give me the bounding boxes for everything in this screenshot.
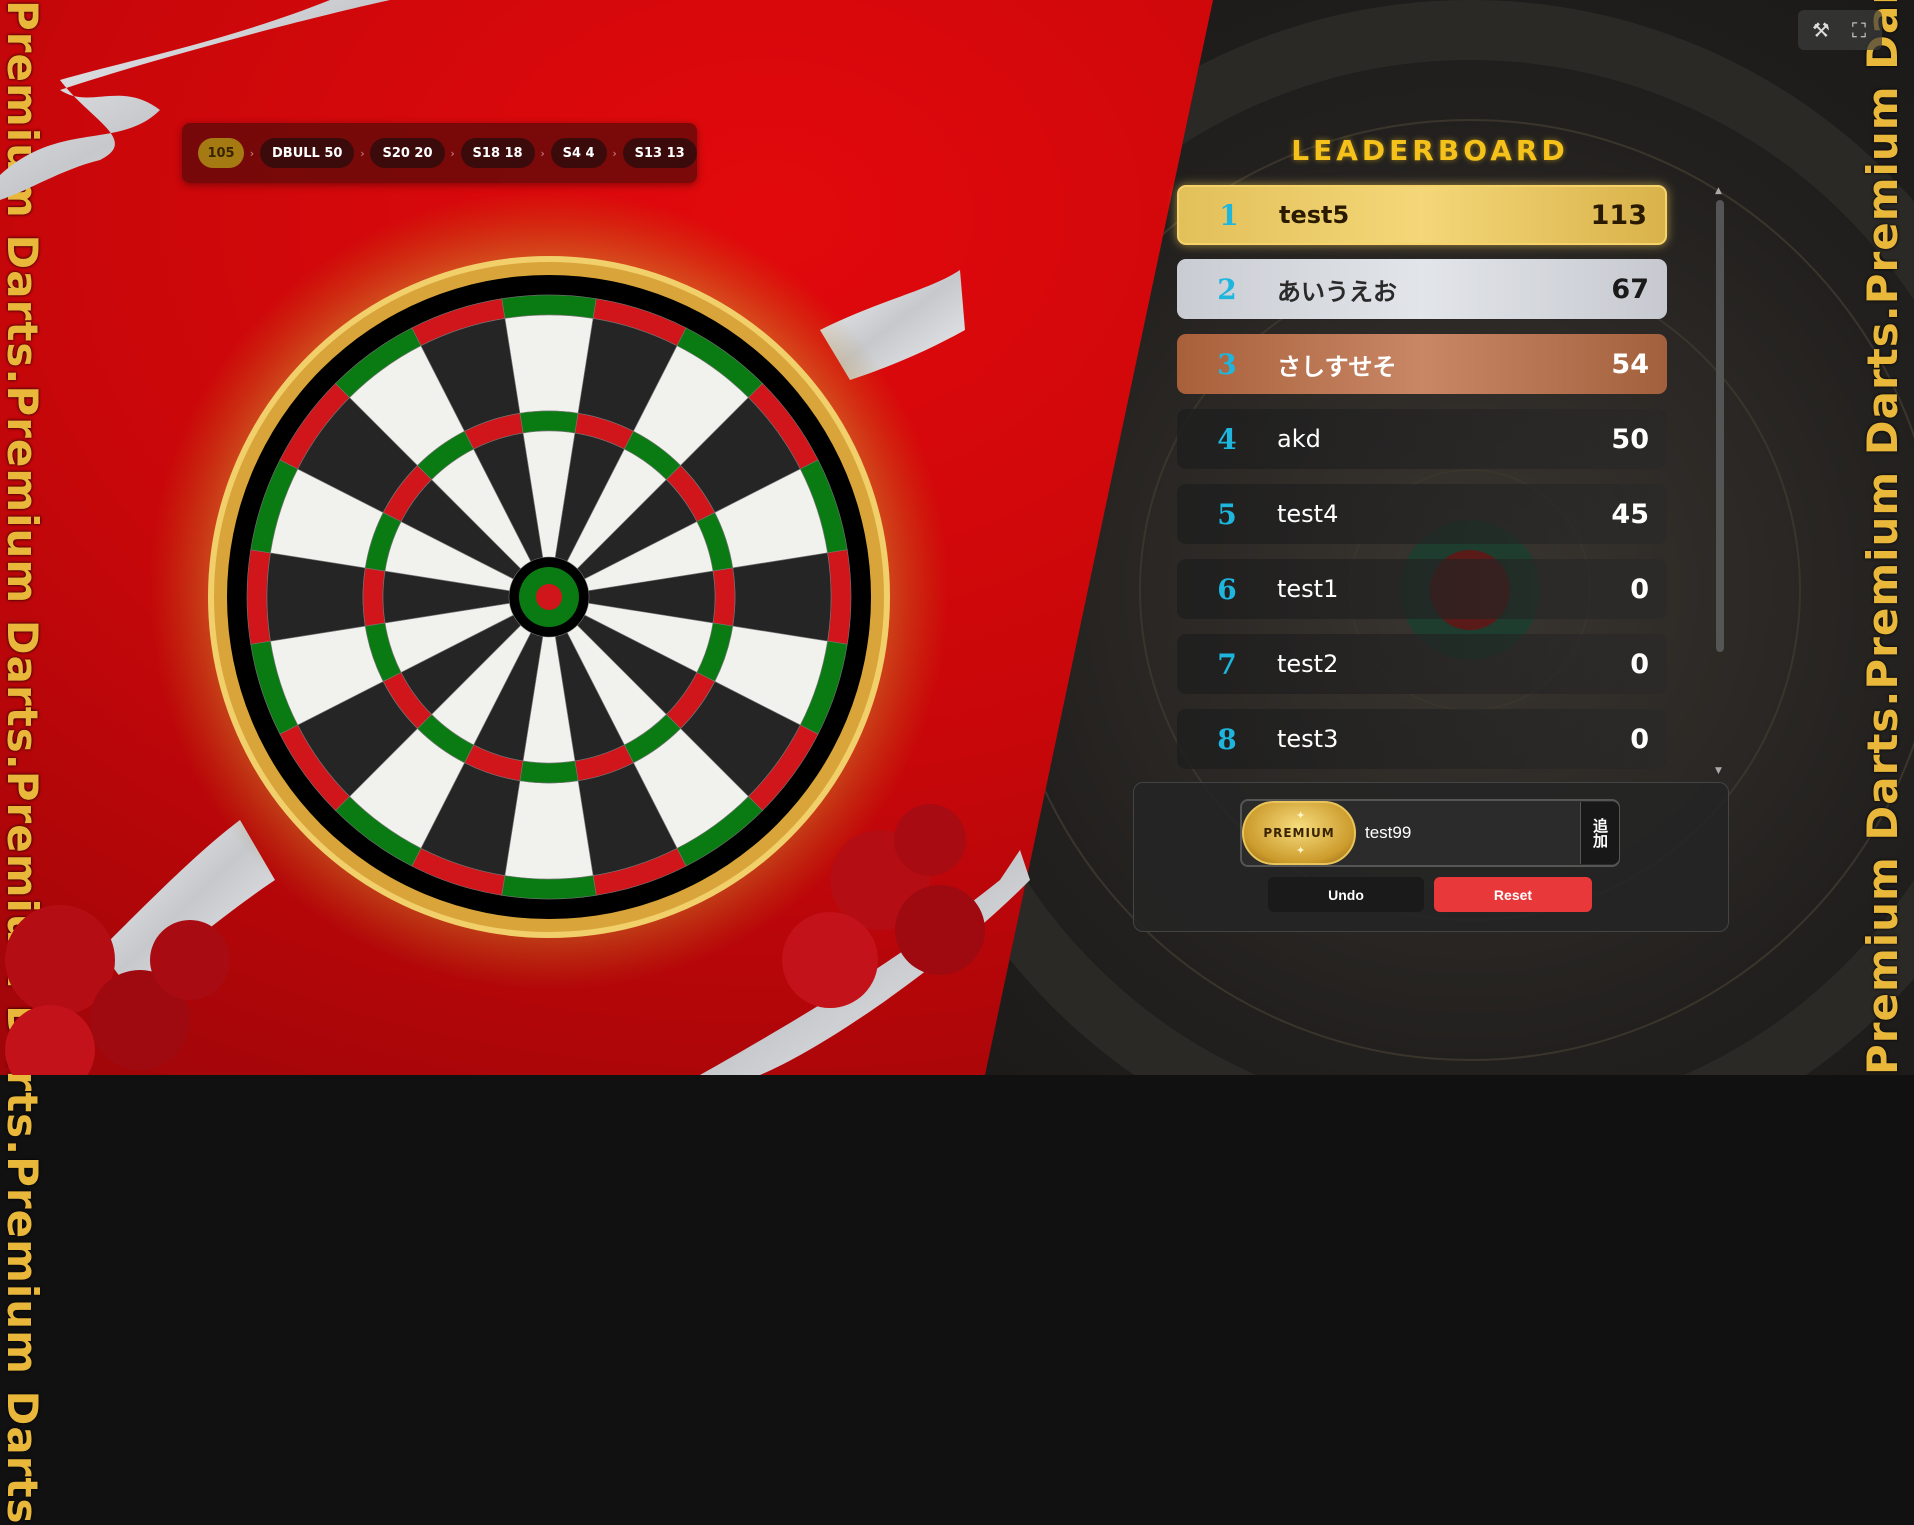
history-separator: › <box>360 146 365 160</box>
tools-icon[interactable]: ⚒ <box>1806 16 1836 44</box>
reset-button[interactable]: Reset <box>1434 877 1592 912</box>
throw-chip: S20 20 <box>370 138 445 168</box>
leaderboard-scrollbar[interactable]: ▲ ▼ <box>1714 186 1726 776</box>
rank-number: 2 <box>1217 272 1237 306</box>
round-total-chip: 105 <box>198 138 244 168</box>
throw-chip: S4 4 <box>550 138 607 168</box>
player-score: 113 <box>1590 199 1647 231</box>
player-name: akd <box>1277 425 1321 453</box>
player-name: test1 <box>1277 575 1339 603</box>
sparkle-icon: ✦ <box>1296 809 1307 822</box>
inner-bull <box>536 584 562 610</box>
leaderboard-row[interactable]: 5 test4 45 <box>1177 484 1667 544</box>
undo-button[interactable]: Undo <box>1268 877 1424 912</box>
throw-history: 105 › DBULL 50 › S20 20 › S18 18 › S4 4 … <box>182 123 697 183</box>
player-name: test5 <box>1279 201 1350 229</box>
board-segment-single-outer <box>504 780 594 880</box>
leaderboard-row[interactable]: 2 あいうえお 67 <box>1177 259 1667 319</box>
premium-badge: ✦ PREMIUM ✦ <box>1242 801 1356 865</box>
leaderboard-row[interactable]: 4 akd 50 <box>1177 409 1667 469</box>
player-name: test3 <box>1277 725 1339 753</box>
leaderboard-row[interactable]: 3 さしすせそ 54 <box>1177 334 1667 394</box>
player-score: 0 <box>1630 723 1649 755</box>
rank-number: 7 <box>1217 647 1237 681</box>
player-score: 0 <box>1630 648 1649 680</box>
player-name: さしすせそ <box>1277 352 1397 381</box>
board-segment-single-outer <box>504 314 594 414</box>
top-toolbar: ⚒ ⛶ <box>1798 10 1882 50</box>
history-separator: › <box>612 146 617 160</box>
player-name: test4 <box>1277 500 1339 528</box>
player-score: 45 <box>1611 498 1649 530</box>
player-score: 0 <box>1630 573 1649 605</box>
leaderboard-row[interactable]: 1 test5 113 <box>1177 185 1667 245</box>
board-segment-triple <box>519 760 579 784</box>
throw-chip: S18 18 <box>460 138 535 168</box>
scroll-up-arrow-icon[interactable]: ▲ <box>1715 186 1722 196</box>
player-name: test2 <box>1277 650 1339 678</box>
player-score: 54 <box>1611 348 1649 380</box>
rank-number: 3 <box>1217 347 1237 381</box>
leaderboard-row[interactable]: 7 test2 0 <box>1177 634 1667 694</box>
board-segment-triple <box>362 567 386 627</box>
rank-number: 8 <box>1217 722 1237 756</box>
board-segment-single-outer <box>732 552 832 642</box>
add-player-button[interactable]: 追加 <box>1580 802 1619 864</box>
player-score: 67 <box>1611 273 1649 305</box>
player-name-input[interactable] <box>1363 812 1567 854</box>
premium-badge-label: PREMIUM <box>1263 826 1335 840</box>
sparkle-icon: ✦ <box>1296 844 1307 857</box>
leaderboard-title: LEADERBOARD <box>1291 134 1569 167</box>
rank-number: 5 <box>1217 497 1237 531</box>
leaderboard-row[interactable]: 8 test3 0 <box>1177 709 1667 769</box>
history-separator: › <box>249 146 255 160</box>
rank-number: 6 <box>1217 572 1237 606</box>
rank-number: 4 <box>1217 422 1237 456</box>
throw-chip: S13 13 <box>622 138 697 168</box>
player-name: あいうえお <box>1277 277 1397 306</box>
board-segment-triple <box>712 567 736 627</box>
throw-chip: DBULL 50 <box>260 138 355 168</box>
scroll-down-arrow-icon[interactable]: ▼ <box>1715 766 1722 776</box>
board-segment-single-outer <box>266 552 366 642</box>
history-separator: › <box>540 146 545 160</box>
history-separator: › <box>450 146 455 160</box>
player-score: 50 <box>1611 423 1649 455</box>
rank-number: 1 <box>1219 198 1239 232</box>
board-segment-triple <box>519 410 579 434</box>
scrollbar-thumb[interactable] <box>1716 200 1724 652</box>
leaderboard-row[interactable]: 6 test1 0 <box>1177 559 1667 619</box>
fullscreen-icon[interactable]: ⛶ <box>1844 16 1874 44</box>
